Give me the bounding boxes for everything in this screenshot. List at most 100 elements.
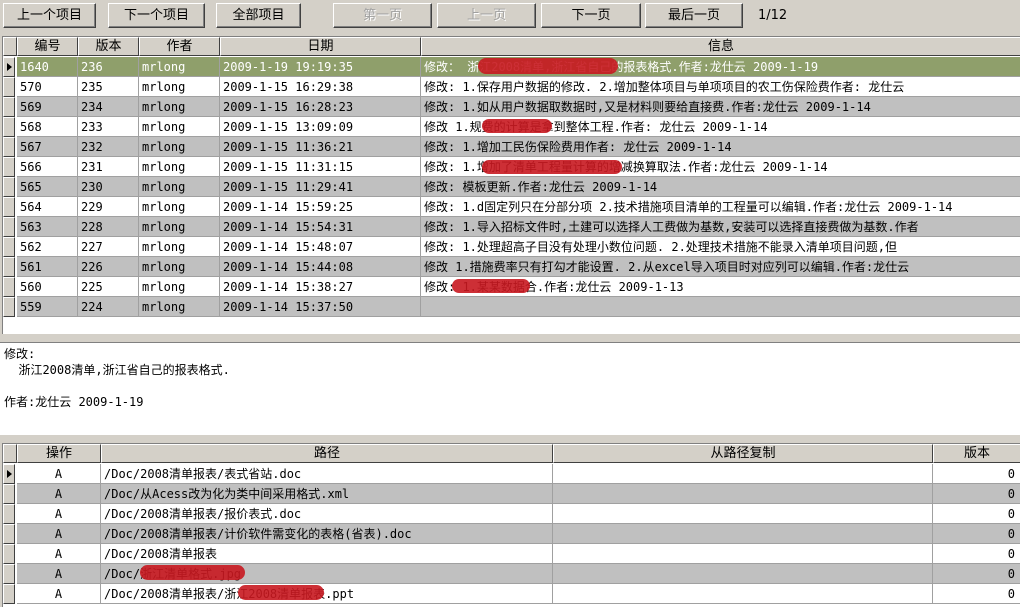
row-indicator[interactable] (3, 484, 15, 504)
row-indicator[interactable] (3, 77, 15, 97)
row-indicator[interactable] (3, 584, 15, 604)
row-indicator[interactable] (3, 464, 15, 484)
cell-revision: 230 (78, 177, 139, 197)
cell-revision: 232 (78, 137, 139, 157)
cell-id: 564 (17, 197, 78, 217)
cell-file-revision: 0 (933, 584, 1020, 604)
changed-paths-table[interactable]: 操作 路径 从路径复制 版本 A/Doc/2008清单报表/表式省站.doc 0 A… (2, 443, 1020, 607)
cell-revision: 227 (78, 237, 139, 257)
table-row[interactable]: A/Doc/2008清单报表/浙江2008清单报表.ppt 0 (3, 584, 1020, 604)
row-indicator[interactable] (3, 257, 15, 277)
table-row[interactable]: A/Doc/2008清单报表/计价软件需变化的表格(省表).doc 0 (3, 524, 1020, 544)
table-row[interactable]: 567 232 mrlong 2009-1-15 11:36:21 修改: 1.增加工民… (3, 137, 1020, 157)
prev-project-button[interactable]: 上一个项目 (3, 3, 96, 28)
column-header-info[interactable]: 信息 (421, 37, 1020, 56)
last-page-button[interactable]: 最后一页 (645, 3, 743, 28)
cell-action: A (17, 544, 101, 564)
table-row[interactable]: A/Doc/2008清单报表/报价表式.doc 0 (3, 504, 1020, 524)
column-header-copy-from[interactable]: 从路径复制 (553, 444, 933, 463)
cell-revision: 235 (78, 77, 139, 97)
cell-path: /Doc/2008清单报表/表式省站.doc (101, 464, 553, 484)
cell-file-revision: 0 (933, 464, 1020, 484)
all-projects-button[interactable]: 全部项目 (216, 3, 301, 28)
cell-id: 569 (17, 97, 78, 117)
commit-message-panel[interactable]: 修改: 浙江2008清单,浙江省自己的报表格式. 作者:龙仕云 2009-1-1… (0, 342, 1020, 435)
cell-action: A (17, 504, 101, 524)
row-indicator[interactable] (3, 544, 15, 564)
table-row[interactable]: 563 228 mrlong 2009-1-14 15:54:31 修改: 1.导入招标… (3, 217, 1020, 237)
row-indicator[interactable] (3, 57, 15, 77)
row-indicator[interactable] (3, 217, 15, 237)
row-indicator[interactable] (3, 97, 15, 117)
table-row[interactable]: 559 224 mrlong 2009-1-14 15:37:50 (3, 297, 1020, 317)
cell-id: 1640 (17, 57, 78, 77)
cell-date: 2009-1-19 19:19:35 (220, 57, 421, 77)
column-header-id[interactable]: 编号 (17, 37, 78, 56)
cell-date: 2009-1-15 11:29:41 (220, 177, 421, 197)
cell-info: 修改 1.措施费率只有打勾才能设置. 2.从excel导入项目时对应列可以编辑.… (421, 257, 1020, 277)
table-row[interactable]: 565 230 mrlong 2009-1-15 11:29:41 修改: 模板更新.作… (3, 177, 1020, 197)
prev-page-button[interactable]: 上一页 (437, 3, 536, 28)
column-header-file-revision[interactable]: 版本 (933, 444, 1020, 463)
cell-revision: 231 (78, 157, 139, 177)
cell-file-revision: 0 (933, 544, 1020, 564)
cell-action: A (17, 484, 101, 504)
cell-info: 修改: 1.保存用户数据的修改. 2.增加整体项目与单项项目的农工伤保险费作者:… (421, 77, 1020, 97)
table-row[interactable]: A/Doc/2008清单报表 0 (3, 544, 1020, 564)
cell-revision: 225 (78, 277, 139, 297)
table-row[interactable]: 564 229 mrlong 2009-1-14 15:59:25 修改: 1.d固定列… (3, 197, 1020, 217)
row-indicator[interactable] (3, 524, 15, 544)
cell-author: mrlong (139, 57, 220, 77)
cell-path: /Doc/2008清单报表 (101, 544, 553, 564)
cell-path: /Doc/2008清单报表/浙江2008清单报表.ppt (101, 584, 553, 604)
cell-date: 2009-1-14 15:59:25 (220, 197, 421, 217)
cell-path: /Doc/从Acess改为化为类中间采用格式.xml (101, 484, 553, 504)
cell-date: 2009-1-15 16:28:23 (220, 97, 421, 117)
row-indicator[interactable] (3, 277, 15, 297)
cell-file-revision: 0 (933, 504, 1020, 524)
next-project-button[interactable]: 下一个项目 (108, 3, 205, 28)
cell-file-revision: 0 (933, 524, 1020, 544)
table-row[interactable]: 561 226 mrlong 2009-1-14 15:44:08 修改 1.措施费率只… (3, 257, 1020, 277)
row-indicator[interactable] (3, 237, 15, 257)
column-header-author[interactable]: 作者 (139, 37, 220, 56)
column-header-path[interactable]: 路径 (101, 444, 553, 463)
table-row[interactable]: A/Doc/2008清单报表/表式省站.doc 0 (3, 464, 1020, 484)
table-row[interactable]: 570 235 mrlong 2009-1-15 16:29:38 修改: 1.保存用户… (3, 77, 1020, 97)
row-indicator[interactable] (3, 117, 15, 137)
row-indicator[interactable] (3, 197, 15, 217)
table-row[interactable]: A/Doc/从Acess改为化为类中间采用格式.xml 0 (3, 484, 1020, 504)
redaction-mark (452, 279, 530, 293)
cell-file-revision: 0 (933, 484, 1020, 504)
cell-action: A (17, 564, 101, 584)
column-header-revision[interactable]: 版本 (78, 37, 139, 56)
cell-path: /Doc/2008清单报表/计价软件需变化的表格(省表).doc (101, 524, 553, 544)
row-indicator[interactable] (3, 137, 15, 157)
current-row-arrow-icon (7, 470, 12, 478)
current-row-arrow-icon (7, 63, 12, 71)
column-header-date[interactable]: 日期 (220, 37, 421, 56)
row-indicator[interactable] (3, 564, 15, 584)
row-indicator[interactable] (3, 157, 15, 177)
cell-author: mrlong (139, 217, 220, 237)
table-row[interactable]: 569 234 mrlong 2009-1-15 16:28:23 修改: 1.如从用户… (3, 97, 1020, 117)
cell-author: mrlong (139, 137, 220, 157)
table-row[interactable]: 562 227 mrlong 2009-1-14 15:48:07 修改: 1.处理超高… (3, 237, 1020, 257)
row-indicator[interactable] (3, 177, 15, 197)
next-page-button[interactable]: 下一页 (541, 3, 641, 28)
first-page-button[interactable]: 第一页 (333, 3, 432, 28)
cell-info: 修改: 1.d固定列只在分部分项 2.技术措施项目清单的工程量可以编辑.作者:龙… (421, 197, 1020, 217)
column-header-action[interactable]: 操作 (17, 444, 101, 463)
cell-author: mrlong (139, 197, 220, 217)
redaction-mark (140, 565, 245, 580)
cell-id: 570 (17, 77, 78, 97)
cell-id: 565 (17, 177, 78, 197)
cell-info (421, 297, 1020, 317)
row-indicator[interactable] (3, 297, 15, 317)
cell-revision: 224 (78, 297, 139, 317)
cell-date: 2009-1-15 11:31:15 (220, 157, 421, 177)
cell-copy-from (553, 504, 933, 524)
cell-revision: 228 (78, 217, 139, 237)
cell-action: A (17, 464, 101, 484)
row-indicator[interactable] (3, 504, 15, 524)
